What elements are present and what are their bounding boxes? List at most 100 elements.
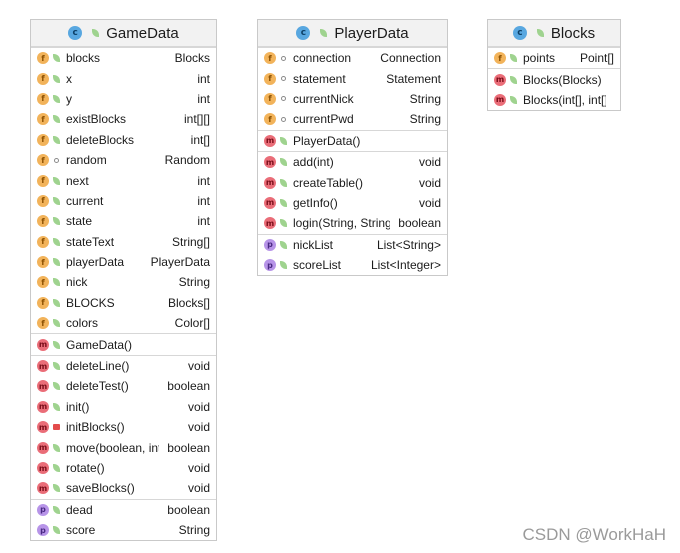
- public-visibility-icon: [52, 319, 61, 328]
- package-private-icon: [279, 115, 288, 124]
- field-row[interactable]: f playerData PlayerData: [31, 252, 216, 272]
- field-type: PlayerData: [150, 255, 210, 270]
- method-row[interactable]: m createTable() void: [258, 172, 447, 192]
- field-row[interactable]: f random Random: [31, 150, 216, 170]
- field-name: stateText: [66, 234, 115, 249]
- method-type: void: [418, 175, 441, 190]
- class-name: Blocks: [550, 24, 596, 42]
- method-row[interactable]: m deleteTest() boolean: [31, 376, 216, 396]
- field-row[interactable]: f connection Connection: [258, 48, 447, 68]
- property-type: String: [178, 523, 210, 538]
- fields-section: f points Point[]: [488, 47, 620, 68]
- field-row[interactable]: f BLOCKS Blocks[]: [31, 293, 216, 313]
- class-box-blocks[interactable]: c Blocks f points Point[] m Blocks(Blocks) m Blo…: [487, 19, 621, 112]
- public-visibility-icon: [52, 237, 61, 246]
- field-type: int: [197, 71, 210, 86]
- field-row[interactable]: f y int: [31, 89, 216, 109]
- public-visibility-icon: [279, 261, 288, 270]
- field-type: String: [409, 112, 441, 127]
- field-row[interactable]: f x int: [31, 68, 216, 88]
- field-row[interactable]: f stateText String[]: [31, 232, 216, 252]
- method-name: createTable(): [293, 175, 364, 190]
- property-row[interactable]: p nickList List<String>: [258, 235, 447, 255]
- constructors-section: m Blocks(Blocks) m Blocks(int[], int[]): [488, 68, 620, 110]
- property-name: dead: [66, 502, 93, 517]
- method-name: initBlocks(): [66, 420, 125, 435]
- field-type: Connection: [380, 51, 441, 66]
- constructor-row[interactable]: m PlayerData(): [258, 131, 447, 151]
- method-row[interactable]: m move(boolean, int) boolean: [31, 437, 216, 457]
- field-icon: f: [37, 113, 49, 126]
- class-header[interactable]: c GameData: [31, 20, 216, 47]
- public-visibility-icon: [52, 278, 61, 287]
- method-icon: m: [264, 196, 276, 209]
- field-icon: f: [37, 174, 49, 187]
- field-icon: f: [264, 113, 276, 126]
- method-icon: m: [37, 400, 49, 413]
- field-row[interactable]: f blocks Blocks: [31, 48, 216, 68]
- method-row[interactable]: m deleteLine() void: [31, 356, 216, 376]
- method-type: boolean: [167, 440, 210, 455]
- constructor-row[interactable]: m Blocks(Blocks): [488, 69, 620, 89]
- field-row[interactable]: f nick String: [31, 272, 216, 292]
- method-row[interactable]: m saveBlocks() void: [31, 478, 216, 498]
- constructor-icon: m: [264, 134, 276, 147]
- method-icon: m: [37, 482, 49, 495]
- field-name: points: [523, 51, 556, 66]
- constructors-section: m GameData(): [31, 333, 216, 354]
- method-row[interactable]: m login(String, String) boolean: [258, 213, 447, 233]
- field-row[interactable]: f current int: [31, 191, 216, 211]
- field-type: Random: [164, 153, 210, 168]
- class-header[interactable]: c Blocks: [488, 20, 620, 47]
- field-icon: f: [37, 133, 49, 146]
- field-row[interactable]: f currentNick String: [258, 89, 447, 109]
- field-row[interactable]: f points Point[]: [488, 48, 620, 68]
- class-box-playerdata[interactable]: c PlayerData f connection Connection f stateme…: [257, 19, 448, 277]
- method-row[interactable]: m init() void: [31, 397, 216, 417]
- class-box-gamedata[interactable]: c GameData f blocks Blocks f x int f y int f existBl…: [30, 19, 217, 542]
- package-private-icon: [52, 156, 61, 165]
- field-type: int: [197, 173, 210, 188]
- class-icon: c: [68, 26, 83, 40]
- properties-section: p dead boolean p score String: [31, 498, 216, 541]
- property-icon: p: [37, 503, 49, 516]
- field-row[interactable]: f state int: [31, 211, 216, 231]
- public-visibility-icon: [52, 94, 61, 103]
- public-visibility-icon: [52, 258, 61, 267]
- field-icon: f: [37, 317, 49, 330]
- field-icon: f: [37, 72, 49, 85]
- field-row[interactable]: f next int: [31, 170, 216, 190]
- property-type: List<String>: [376, 237, 441, 252]
- property-row[interactable]: p dead boolean: [31, 500, 216, 520]
- constructor-row[interactable]: m GameData(): [31, 334, 216, 354]
- field-row[interactable]: f deleteBlocks int[]: [31, 130, 216, 150]
- constructor-row[interactable]: m Blocks(int[], int[]): [488, 90, 620, 110]
- field-icon: f: [37, 276, 49, 289]
- public-visibility-icon: [52, 484, 61, 493]
- method-row[interactable]: m getInfo() void: [258, 193, 447, 213]
- method-type: boolean: [398, 216, 441, 231]
- field-row[interactable]: f currentPwd String: [258, 109, 447, 129]
- field-row[interactable]: f colors Color[]: [31, 313, 216, 333]
- method-name: move(boolean, int): [66, 440, 160, 455]
- constructor-icon: m: [494, 73, 506, 86]
- field-row[interactable]: f statement Statement: [258, 68, 447, 88]
- method-row[interactable]: m add(int) void: [258, 152, 447, 172]
- method-row[interactable]: m rotate() void: [31, 458, 216, 478]
- property-type: List<Integer>: [370, 258, 441, 273]
- constructor-name: PlayerData(): [293, 133, 361, 148]
- method-name: deleteLine(): [66, 359, 130, 374]
- method-icon: m: [37, 441, 49, 454]
- property-row[interactable]: p scoreList List<Integer>: [258, 255, 447, 275]
- method-row[interactable]: m initBlocks() void: [31, 417, 216, 437]
- field-type: String[]: [171, 234, 210, 249]
- class-header[interactable]: c PlayerData: [258, 20, 447, 47]
- field-row[interactable]: f existBlocks int[][]: [31, 109, 216, 129]
- field-icon: f: [37, 154, 49, 167]
- fields-section: f blocks Blocks f x int f y int f existBlocks int[]…: [31, 47, 216, 333]
- property-row[interactable]: p score String: [31, 520, 216, 540]
- public-visibility-icon: [279, 240, 288, 249]
- watermark: CSDN @WorkHaH: [522, 525, 666, 544]
- field-icon: f: [37, 256, 49, 269]
- field-name: deleteBlocks: [66, 132, 135, 147]
